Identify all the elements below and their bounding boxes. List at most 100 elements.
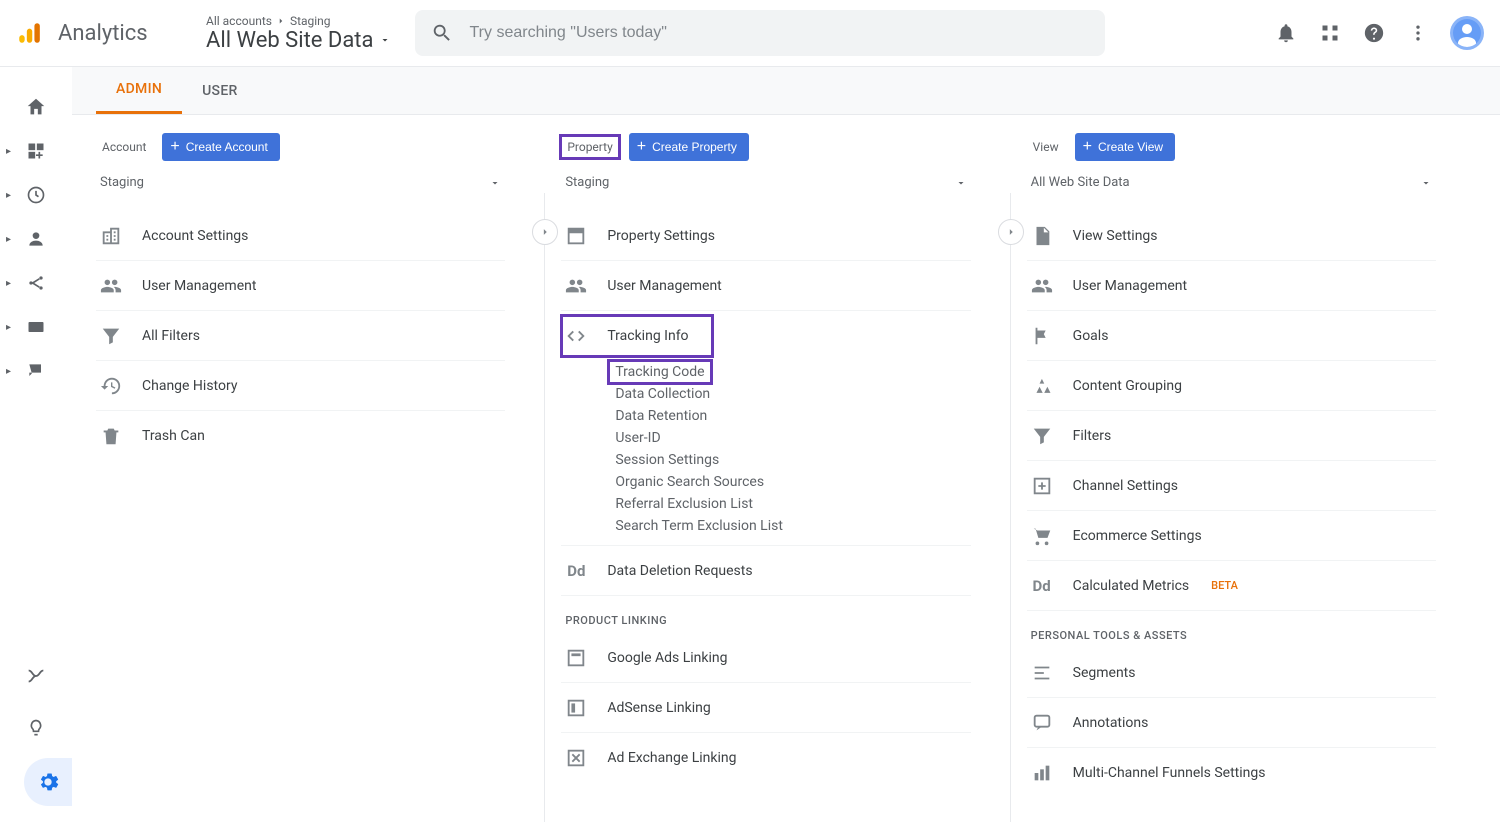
menu-item-label: All Filters — [142, 328, 200, 344]
menu-item-label: Google Ads Linking — [607, 650, 727, 666]
menu-item-label: User Management — [607, 278, 721, 294]
menu-item[interactable]: Trash Can — [96, 411, 505, 461]
menu-item-label: Goals — [1073, 328, 1109, 344]
segments-icon — [1029, 662, 1055, 684]
rail-attribution[interactable] — [0, 654, 72, 698]
apps-icon[interactable] — [1318, 21, 1342, 45]
swap-property-view[interactable] — [998, 219, 1024, 245]
account-head: Account +Create Account — [96, 133, 505, 161]
more-icon[interactable] — [1406, 21, 1430, 45]
main: ADMIN USER Account +Create Account Stagi… — [72, 67, 1500, 822]
menu-item-label: Filters — [1073, 428, 1112, 444]
search-box[interactable] — [415, 10, 1105, 56]
tracking-sub-item[interactable]: Session Settings — [609, 449, 725, 471]
menu-item-label: AdSense Linking — [607, 700, 710, 716]
menu-item[interactable]: Google Ads Linking — [561, 633, 970, 683]
create-account-button[interactable]: +Create Account — [162, 133, 279, 161]
analytics-logo-icon — [16, 20, 42, 46]
menu-item[interactable]: All Filters — [96, 311, 505, 361]
breadcrumb: All accounts Staging — [206, 14, 391, 28]
view-type-label: View — [1027, 136, 1065, 158]
rail-realtime[interactable]: ▸ — [0, 173, 72, 217]
menu-item-label: Channel Settings — [1073, 478, 1178, 494]
menu-item[interactable]: DdData Deletion Requests — [561, 546, 970, 596]
menu-item[interactable]: Change History — [96, 361, 505, 411]
menu-item-label: Trash Can — [142, 428, 205, 444]
menu-item[interactable]: AdSense Linking — [561, 683, 970, 733]
help-icon[interactable] — [1362, 21, 1386, 45]
menu-item[interactable]: Filters — [1027, 411, 1436, 461]
menu-item[interactable]: Channel Settings — [1027, 461, 1436, 511]
channel-icon — [1029, 475, 1055, 497]
property-head: Property +Create Property — [561, 133, 970, 161]
building-icon — [98, 225, 124, 247]
rail-home[interactable] — [0, 85, 72, 129]
search-input[interactable] — [469, 24, 1089, 42]
property-type-label: Property — [561, 136, 618, 158]
menu-item[interactable]: Account Settings — [96, 211, 505, 261]
tracking-sub-item[interactable]: Data Retention — [609, 405, 713, 427]
menu-item[interactable]: Content Grouping — [1027, 361, 1436, 411]
tracking-sub-item[interactable]: Search Term Exclusion List — [609, 515, 789, 537]
menu-item-label: Multi-Channel Funnels Settings — [1073, 765, 1266, 781]
menu-item[interactable]: Property Settings — [561, 211, 970, 261]
view-menu: View Settings User Management Goals Content… — [1027, 211, 1436, 798]
personal-tools-label: PERSONAL TOOLS & ASSETS — [1027, 611, 1436, 648]
people-icon — [98, 275, 124, 297]
tab-user[interactable]: USER — [182, 67, 258, 114]
code-icon — [563, 325, 589, 347]
view-selector[interactable]: All Web Site Data — [1027, 167, 1436, 199]
caret-down-icon — [955, 177, 967, 189]
header-actions — [1254, 16, 1484, 50]
rail-conversions[interactable]: ▸ — [0, 349, 72, 393]
menu-item[interactable]: Segments — [1027, 648, 1436, 698]
context-selector[interactable]: All accounts Staging All Web Site Data — [206, 14, 391, 53]
tracking-sub-item[interactable]: Referral Exclusion List — [609, 493, 759, 515]
menu-item[interactable]: User Management — [1027, 261, 1436, 311]
tracking-sub-item[interactable]: Organic Search Sources — [609, 471, 770, 493]
dd-icon: Dd — [1029, 577, 1055, 595]
tracking-sub-item[interactable]: Data Collection — [609, 383, 716, 405]
menu-item-label: Ad Exchange Linking — [607, 750, 736, 766]
menu-item[interactable]: User Management — [561, 261, 970, 311]
create-view-button[interactable]: +Create View — [1075, 133, 1176, 161]
funnel-icon — [1029, 762, 1055, 784]
rail-discover[interactable] — [0, 706, 72, 750]
filter-icon — [1029, 425, 1055, 447]
rail-behavior[interactable]: ▸ — [0, 305, 72, 349]
menu-item[interactable]: Annotations — [1027, 698, 1436, 748]
admin-grid: Account +Create Account Staging Account … — [72, 115, 1500, 822]
logo-area[interactable]: Analytics — [16, 20, 186, 46]
tab-admin[interactable]: ADMIN — [96, 67, 182, 114]
menu-item-label: Account Settings — [142, 228, 248, 244]
menu-item[interactable]: Ad Exchange Linking — [561, 733, 970, 783]
notifications-icon[interactable] — [1274, 21, 1298, 45]
tracking-sub-item[interactable]: User-ID — [609, 427, 666, 449]
tracking-sub-item[interactable]: Tracking Code — [609, 361, 710, 383]
menu-item-label: View Settings — [1073, 228, 1158, 244]
account-avatar[interactable] — [1450, 16, 1484, 50]
trash-icon — [98, 425, 124, 447]
rail-admin[interactable] — [24, 758, 72, 806]
adx-icon — [563, 747, 589, 769]
menu-item[interactable]: View Settings — [1027, 211, 1436, 261]
beta-badge: BETA — [1211, 579, 1238, 592]
rail-audience[interactable]: ▸ — [0, 217, 72, 261]
ads-icon — [563, 647, 589, 669]
menu-item[interactable]: Goals — [1027, 311, 1436, 361]
menu-item-label: Content Grouping — [1073, 378, 1182, 394]
create-property-button[interactable]: +Create Property — [629, 133, 749, 161]
menu-item[interactable]: Multi-Channel Funnels Settings — [1027, 748, 1436, 798]
menu-item[interactable]: Tracking Info — [557, 311, 717, 361]
page-icon — [1029, 225, 1055, 247]
rail-customization[interactable]: ▸ — [0, 129, 72, 173]
account-selector[interactable]: Staging — [96, 167, 505, 199]
menu-item[interactable]: User Management — [96, 261, 505, 311]
property-selector[interactable]: Staging — [561, 167, 970, 199]
rail-acquisition[interactable]: ▸ — [0, 261, 72, 305]
menu-item[interactable]: DdCalculated MetricsBETA — [1027, 561, 1436, 611]
product-linking-label: PRODUCT LINKING — [561, 596, 970, 633]
menu-item[interactable]: Ecommerce Settings — [1027, 511, 1436, 561]
shell: ▸ ▸ ▸ ▸ ▸ ▸ ADMIN USER Account +Create A… — [0, 67, 1500, 822]
menu-item-label: Change History — [142, 378, 237, 394]
